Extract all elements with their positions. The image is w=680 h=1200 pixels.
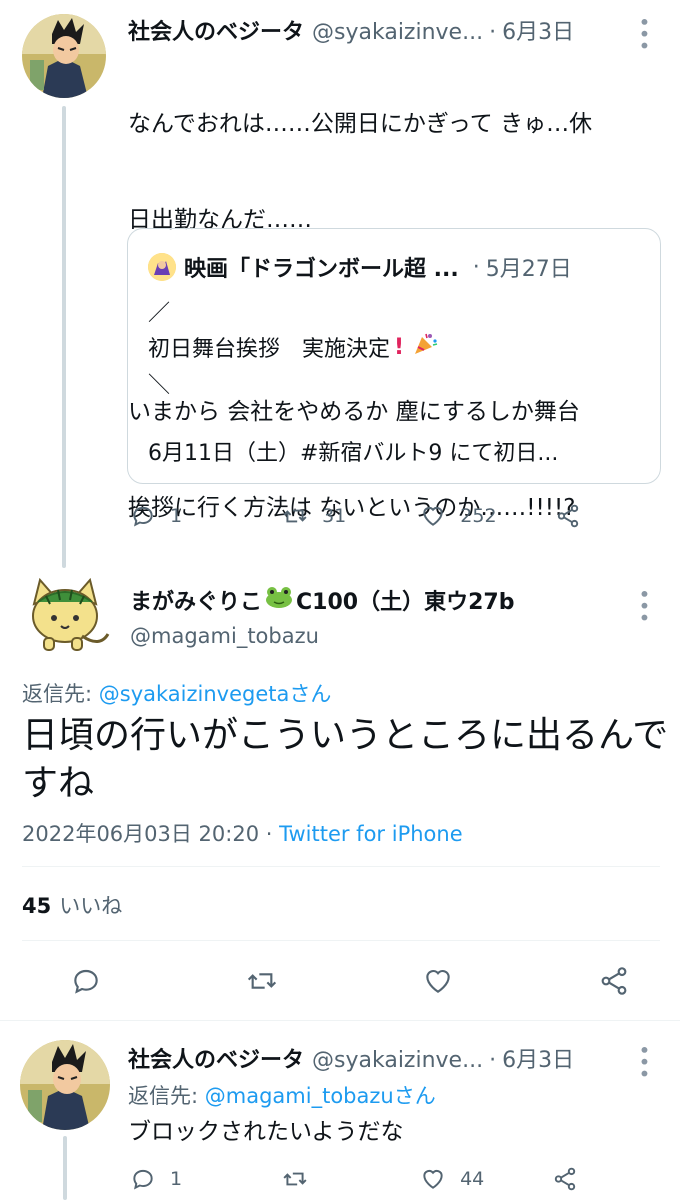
divider [22,866,660,867]
more-options-icon[interactable]: ••• [632,588,656,623]
like-button[interactable]: 252 [420,503,497,529]
author-name[interactable]: まがみぐりこ C100（土）東ウ27b [130,584,514,616]
tweet-meta: 2022年06月03日 20:20 · Twitter for iPhone [22,818,463,848]
reply-label: 返信先: [22,682,99,706]
author-handle[interactable]: @syakaizinve... [312,1048,483,1073]
retweet-icon [283,509,307,523]
reply-count: 1 [170,505,183,527]
quote-text: 初日舞台挨拶 実施決定 [148,337,391,362]
quoted-tweet[interactable]: 映画「ドラゴンボール超 ... · 5月27日 ／ 初日舞台挨拶 実施決定 ! … [127,228,661,484]
tweet-actions: 1 31 252 [130,503,581,529]
tweet-text: ブロックされたいようだな [128,1119,404,1145]
reply-context: 返信先: @syakaizinvegetaさん [22,678,331,708]
likes-summary[interactable]: 45 いいね [22,890,122,920]
avatar[interactable] [20,574,112,654]
exclamation-icon: ! [394,334,405,360]
reply-icon [133,506,153,527]
heart-icon [423,506,443,526]
heart-icon [423,1169,443,1189]
like-count: 45 [22,894,52,918]
quote-date[interactable]: 5月27日 [486,251,572,283]
reply-suffix: さん [289,682,332,706]
tweet-header: 社会人のベジータ @syakaizinve... · 6月3日 [128,14,574,46]
thread-line [62,106,66,568]
reply-icon[interactable] [70,965,102,997]
like-button[interactable]: 44 [420,1166,484,1192]
author-name[interactable]: 社会人のベジータ [128,14,304,46]
share-button[interactable] [555,503,581,529]
quote-line: ＼ [148,373,171,398]
quote-line: ／ [148,301,171,326]
reply-button[interactable]: 1 [130,503,182,529]
share-button[interactable] [552,1166,578,1192]
tweet-date[interactable]: 6月3日 [502,14,574,46]
avatar[interactable] [22,14,106,98]
quote-author-name[interactable]: 映画「ドラゴンボール超 ... [184,251,459,283]
main-tweet-actions [70,965,630,997]
more-options-icon[interactable]: ••• [632,16,656,51]
thread-line [63,1136,67,1200]
divider [22,940,660,941]
separator-dot: · [472,254,480,280]
like-count: 44 [460,1168,485,1190]
reply-label: 返信先: [128,1084,205,1108]
reply-suffix: さん [393,1084,436,1108]
heart-icon[interactable] [422,965,454,997]
timestamp[interactable]: 2022年06月03日 20:20 [22,822,259,846]
tweet-header: 社会人のベジータ @syakaizinve... · 6月3日 [128,1042,574,1074]
text-line: なんでおれは……公開日にかぎって きゅ…休 [128,111,593,137]
separator-dot: · [489,1048,497,1073]
tweet-source[interactable]: Twitter for iPhone [279,822,463,846]
share-icon [555,1167,576,1191]
quote-line: 6月11日（土）#新宿バルト9 にて初日... [148,441,559,466]
retweet-icon [283,1172,307,1186]
more-options-icon[interactable]: ••• [632,1044,656,1079]
tweet-text: 日頃の行いがこういうところに出るんですね [22,715,669,804]
separator-dot: · [489,20,497,45]
reply-button[interactable]: 1 [130,1166,182,1192]
divider [0,1020,680,1021]
tweet-actions: 1 44 [130,1166,578,1192]
author-name-suffix: C100（土）東ウ27b [296,590,515,615]
author-name-text: まがみぐりこ [130,590,263,615]
share-icon [557,504,578,528]
party-popper-icon [412,331,438,363]
frog-icon [264,585,294,615]
author-handle[interactable]: @magami_tobazu [130,624,319,648]
avatar[interactable] [20,1040,110,1130]
reply-count: 1 [170,1168,183,1190]
like-count: 252 [460,505,497,527]
retweet-icon[interactable] [246,965,278,997]
quote-line: 初日舞台挨拶 実施決定 ! [148,331,438,363]
tweet-date[interactable]: 6月3日 [502,1042,574,1074]
reply-to-link[interactable]: @syakaizinvegeta [99,682,290,706]
retweet-button[interactable]: 31 [282,503,346,529]
quote-avatar[interactable] [148,253,176,281]
share-icon[interactable] [598,965,630,997]
reply-context: 返信先: @magami_tobazuさん [128,1080,436,1110]
like-label: いいね [59,894,123,918]
separator-dot: · [259,822,280,846]
quote-header: 映画「ドラゴンボール超 ... · 5月27日 [148,251,572,283]
retweet-button[interactable] [282,1166,308,1192]
reply-icon [133,1169,153,1190]
author-handle[interactable]: @syakaizinve... [312,20,483,45]
author-name[interactable]: 社会人のベジータ [128,1042,304,1074]
retweet-count: 31 [322,505,347,527]
reply-to-link[interactable]: @magami_tobazu [205,1084,394,1108]
